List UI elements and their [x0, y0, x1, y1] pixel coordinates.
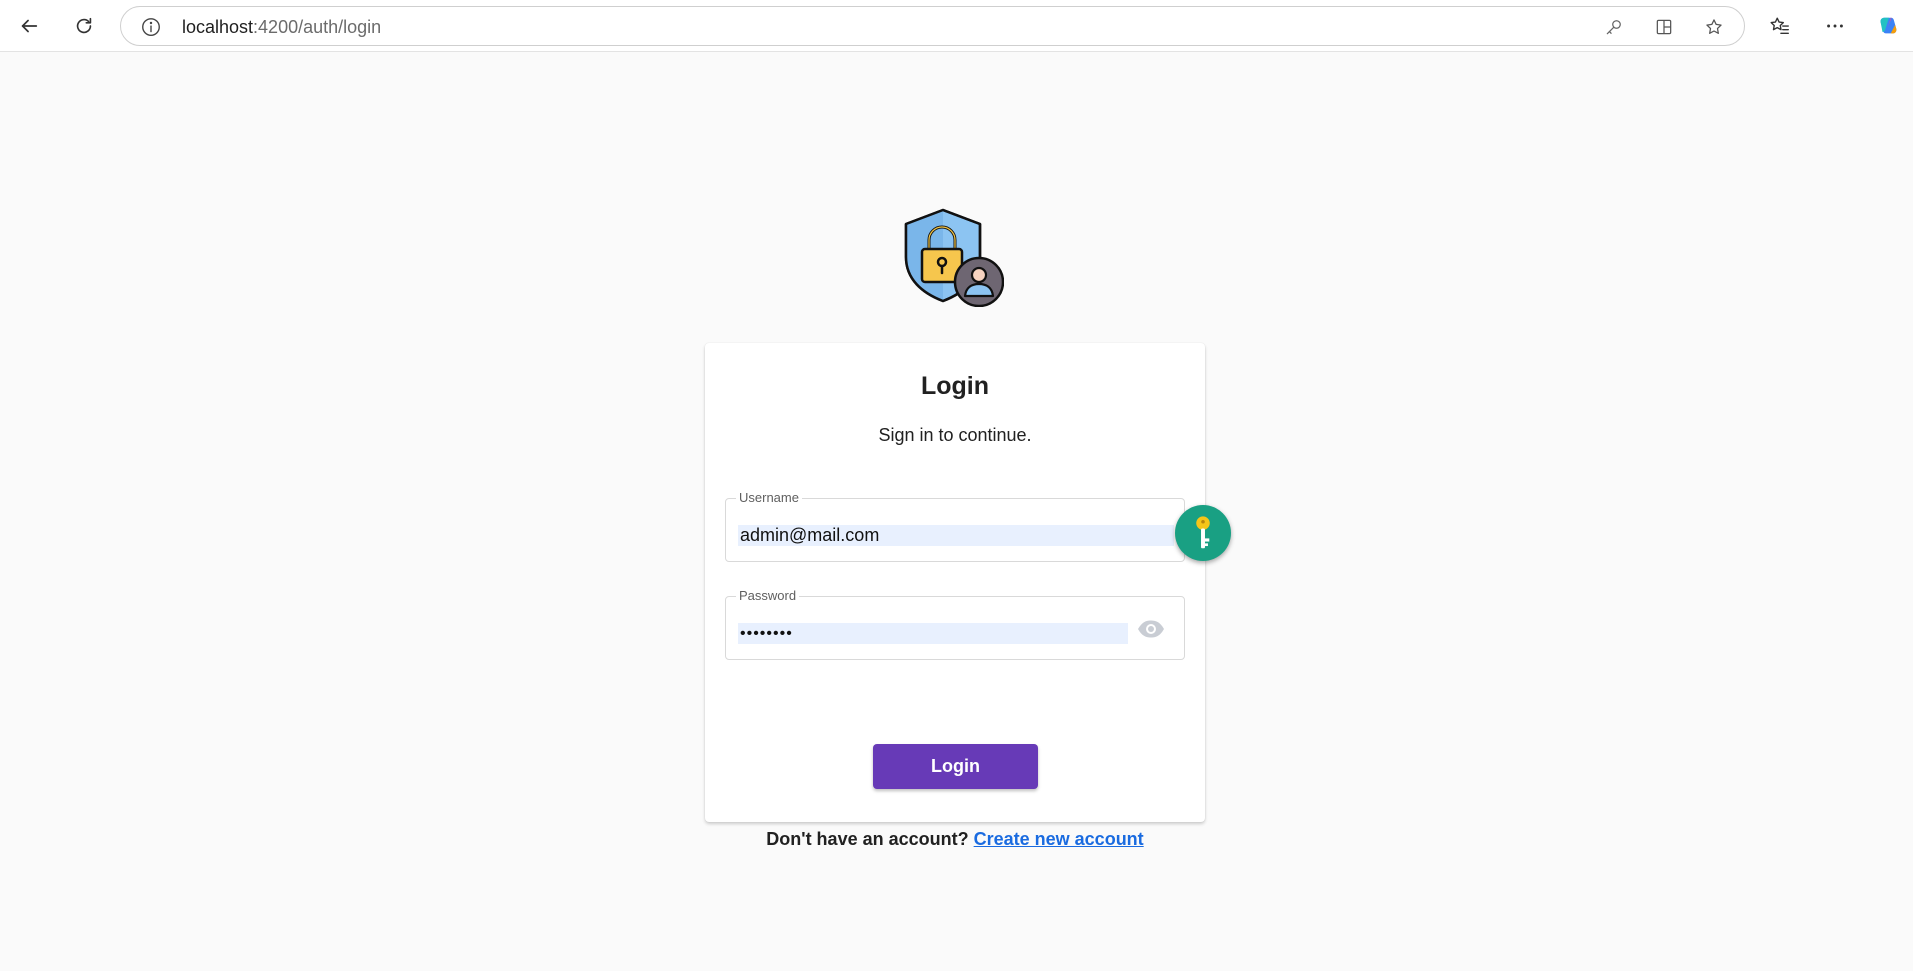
more-button[interactable]: [1821, 12, 1849, 40]
page-content: Login Sign in to continue. Username Pass…: [0, 52, 1913, 971]
username-field[interactable]: Username: [725, 490, 1185, 562]
favorites-button[interactable]: [1766, 12, 1794, 40]
split-screen-icon: [1656, 19, 1672, 35]
shield-lock-user-icon: [904, 208, 1004, 307]
reload-button[interactable]: [66, 8, 102, 44]
username-input[interactable]: [738, 525, 1174, 546]
star-icon: [1706, 19, 1722, 34]
more-icon: [1827, 24, 1843, 28]
login-subtitle: Sign in to continue.: [878, 425, 1032, 445]
create-account-link[interactable]: Create new account: [974, 829, 1144, 849]
split-screen-button[interactable]: [1652, 15, 1676, 39]
key-badge-icon: [1196, 516, 1210, 549]
password-key-button[interactable]: [1602, 15, 1626, 39]
copilot-icon: [1880, 17, 1897, 34]
favorites-icon: [1770, 17, 1789, 35]
info-icon[interactable]: [140, 16, 162, 38]
password-label: Password: [736, 588, 800, 603]
password-field[interactable]: Password: [725, 588, 1185, 660]
key-icon: [1606, 20, 1621, 35]
username-label: Username: [736, 490, 802, 505]
login-button[interactable]: Login: [873, 744, 1038, 789]
url-text[interactable]: localhost:4200/auth/login: [182, 16, 381, 38]
address-bar[interactable]: localhost:4200/auth/login: [120, 6, 1745, 46]
eye-icon[interactable]: [1136, 617, 1166, 641]
page-title: Login: [920, 372, 990, 400]
url-host: localhost: [182, 17, 254, 37]
login-card: Login Sign in to continue. Username Pass…: [705, 343, 1205, 849]
url-path: :4200/auth/login: [253, 17, 382, 37]
signup-prompt: Don't have an account? Create new accoun…: [705, 829, 1205, 850]
back-button[interactable]: [11, 8, 47, 44]
signup-prompt-text: Don't have an account?: [766, 829, 969, 849]
copilot-button[interactable]: [1874, 12, 1902, 40]
reload-icon: [76, 17, 92, 34]
browser-toolbar: localhost:4200/auth/login: [0, 0, 1913, 52]
add-favorite-button[interactable]: [1702, 15, 1726, 39]
password-input[interactable]: [738, 623, 1128, 644]
password-manager-button[interactable]: [1175, 505, 1231, 561]
arrow-left-icon: [21, 19, 38, 33]
